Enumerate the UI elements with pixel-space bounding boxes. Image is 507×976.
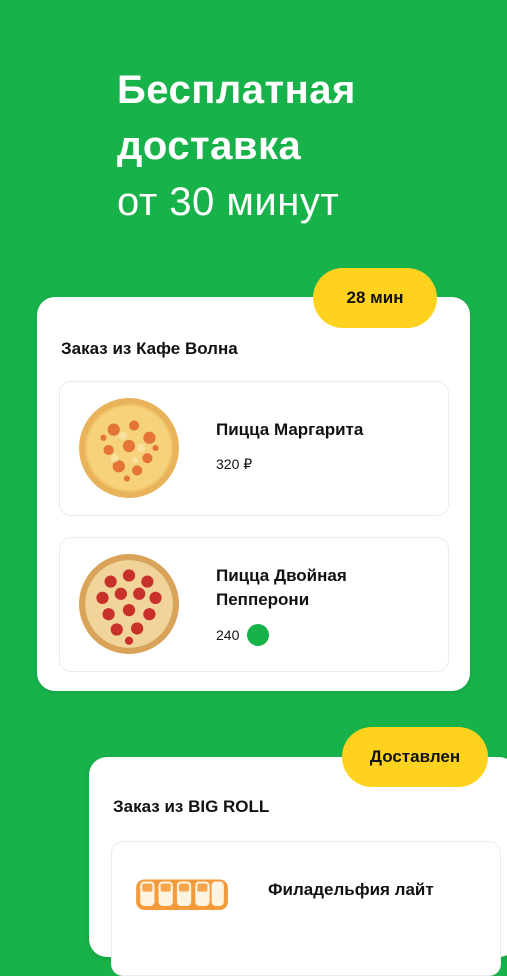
pizza-margherita-image <box>79 398 179 498</box>
item-name: Пицца Двойная Пепперони <box>216 566 347 609</box>
hero-headline: Бесплатная доставка от 30 минут <box>117 62 356 230</box>
hero-line-3: от 30 минут <box>117 180 340 224</box>
delivery-time-badge: 28 мин <box>313 268 437 328</box>
hero-line-1: Бесплатная <box>117 68 356 112</box>
item-name: Филадельфия лайт <box>268 880 434 899</box>
item-price-value: 240 <box>216 627 240 643</box>
order-card-cafe-volna[interactable]: Заказ из Кафе Волна Пицца Маргарита 320 … <box>37 297 470 691</box>
order-card-big-roll[interactable]: Заказ из BIG ROLL Филадельфия лайт <box>89 757 507 976</box>
order-item-philadelphia[interactable]: Филадельфия лайт <box>111 841 501 976</box>
pizza-pepperoni-image <box>79 554 179 654</box>
sushi-roll-image <box>136 879 228 911</box>
order-item-pepperoni[interactable]: Пицца Двойная Пепперони 240 <box>59 537 449 672</box>
currency-dot-icon <box>247 624 270 646</box>
item-price: 240 <box>216 624 270 646</box>
order-title: Заказ из BIG ROLL <box>113 797 270 816</box>
item-name: Пицца Маргарита <box>216 420 364 439</box>
hero-line-2: доставка <box>117 124 302 168</box>
order-item-margherita[interactable]: Пицца Маргарита 320 ₽ <box>59 381 449 516</box>
item-price-value: 320 ₽ <box>216 456 253 472</box>
order-title: Заказ из Кафе Волна <box>61 339 238 358</box>
delivered-status-badge: Доставлен <box>342 727 488 787</box>
item-price: 320 ₽ <box>216 456 252 473</box>
